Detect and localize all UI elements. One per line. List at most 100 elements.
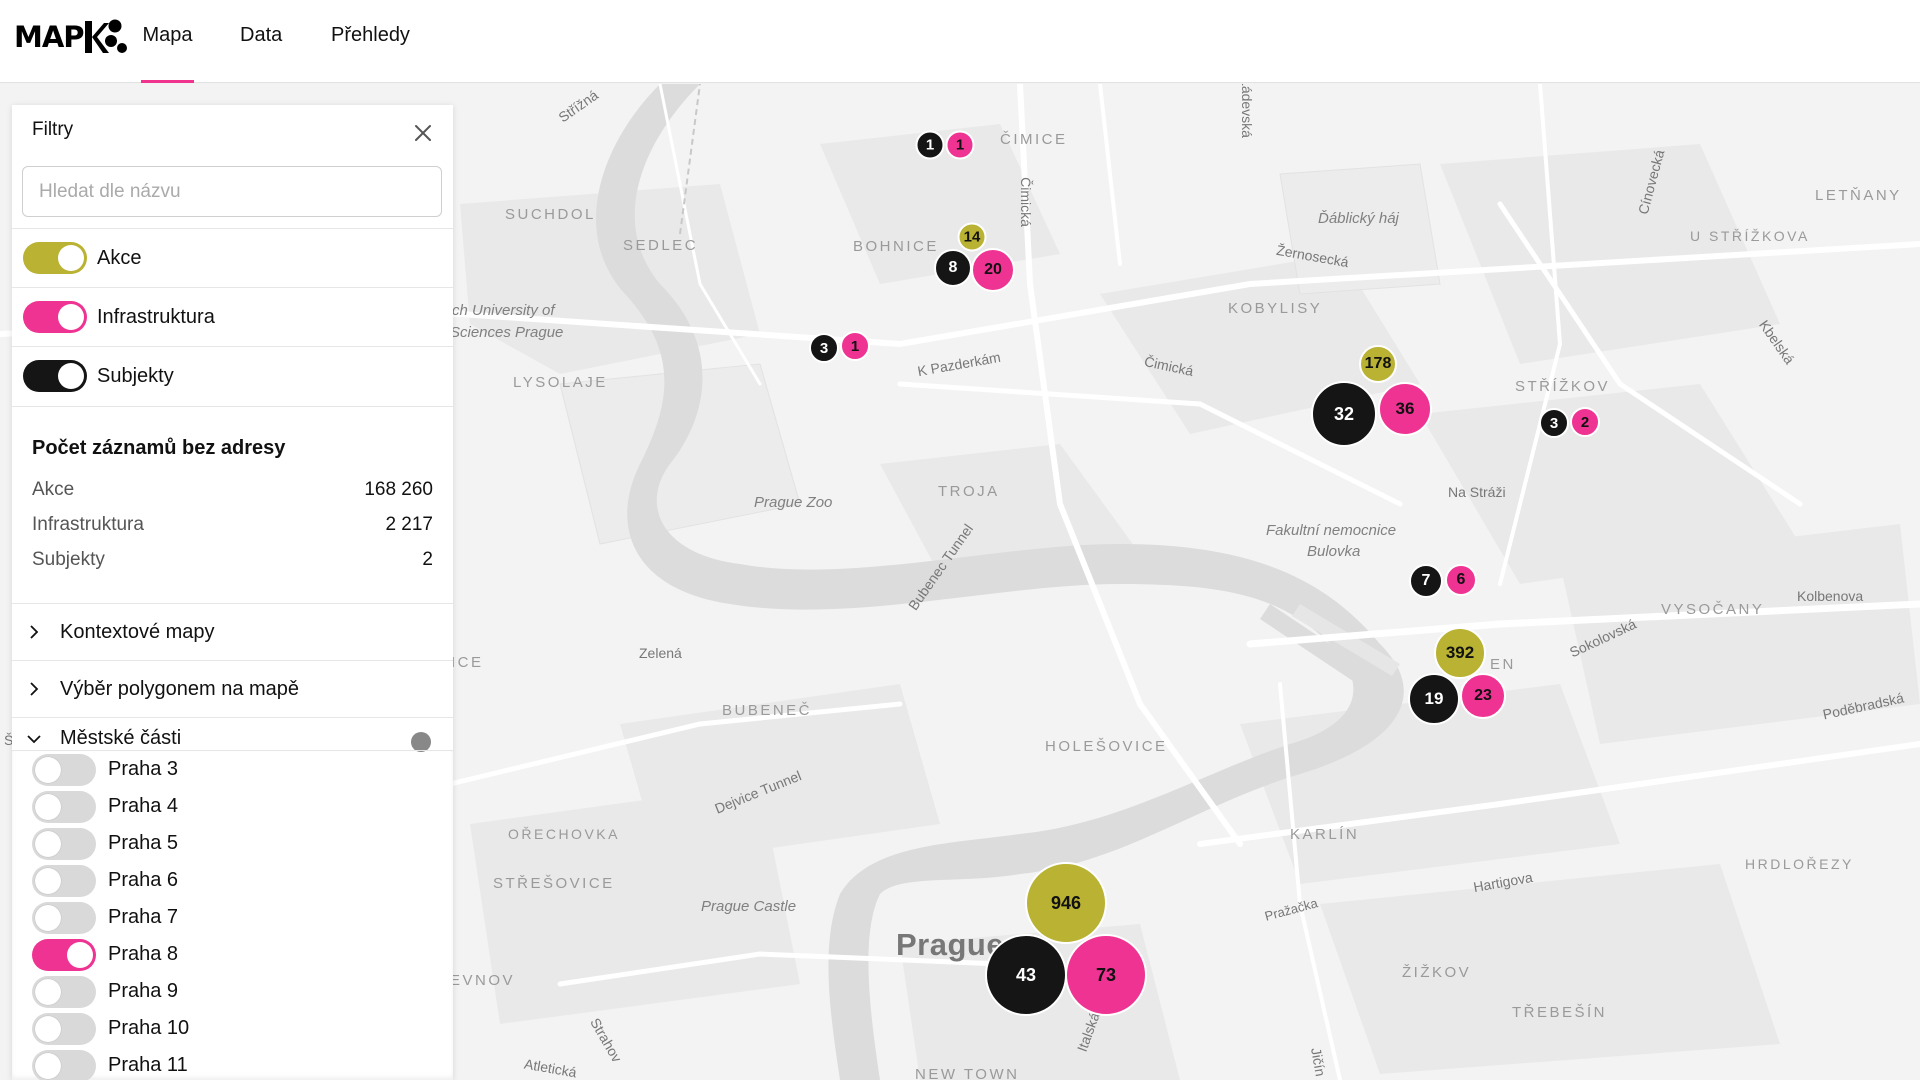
layer-row-subjekty[interactable]: Subjekty xyxy=(12,346,453,405)
chevron-right-icon xyxy=(30,682,39,696)
map-label: KOBYLISY xyxy=(1228,300,1323,317)
district-label: Praha 6 xyxy=(108,869,179,891)
stat-label: Akce xyxy=(32,479,75,500)
cluster-subjekty[interactable]: 32 xyxy=(1311,381,1377,447)
cluster-subjekty[interactable]: 3 xyxy=(809,333,839,363)
accordion-kontextove-mapy[interactable]: Kontextové mapy xyxy=(12,603,453,660)
stat-value: 2 xyxy=(422,549,433,570)
district-row-praha-9[interactable]: Praha 9 xyxy=(12,973,453,1010)
district-label: Praha 11 xyxy=(108,1054,188,1076)
cluster-subjekty[interactable]: 19 xyxy=(1408,673,1460,725)
map-label: BOHNICE xyxy=(853,238,939,255)
accordion-label: Výběr polygonem na mapě xyxy=(60,677,300,700)
cluster-infrastruktura[interactable]: 36 xyxy=(1378,382,1432,436)
district-label: Praha 5 xyxy=(108,832,179,854)
cluster-subjekty[interactable]: 1 xyxy=(915,130,945,160)
district-row-praha-11[interactable]: Praha 11 xyxy=(12,1047,453,1080)
stat-label: Subjekty xyxy=(32,549,105,570)
app-logo[interactable]: MAP xyxy=(14,17,127,57)
map-label: OŘECHOVKA xyxy=(508,826,620,842)
map-label: Bulovka xyxy=(1307,543,1361,560)
layer-label: Akce xyxy=(97,246,142,269)
district-row-praha-3[interactable]: Praha 3 xyxy=(12,751,453,788)
district-row-praha-10[interactable]: Praha 10 xyxy=(12,1010,453,1047)
district-toggle[interactable] xyxy=(32,938,96,971)
district-label: Praha 9 xyxy=(108,980,179,1002)
map-label: VYSOČANY xyxy=(1661,601,1765,618)
district-status-dot xyxy=(411,732,431,752)
district-toggle[interactable] xyxy=(32,1012,96,1045)
stat-value: 168 260 xyxy=(364,479,433,500)
map-label: Fakultní nemocnice xyxy=(1266,522,1397,539)
stat-row-infrastruktura: Infrastruktura 2 217 xyxy=(32,514,433,536)
cluster-akce[interactable]: 946 xyxy=(1025,862,1107,944)
map-label: Prague Castle xyxy=(701,898,797,915)
district-toggle[interactable] xyxy=(32,827,96,860)
accordion-mestske-casti[interactable]: Městské části xyxy=(12,717,453,752)
map-label: Zelená xyxy=(639,645,682,661)
tab-data[interactable]: Data xyxy=(240,24,282,83)
district-row-praha-5[interactable]: Praha 5 xyxy=(12,825,453,862)
logo-text: MAP xyxy=(14,20,85,54)
cluster-infrastruktura[interactable]: 1 xyxy=(945,130,975,160)
cluster-infrastruktura[interactable]: 1 xyxy=(840,331,870,361)
district-toggle[interactable] xyxy=(32,753,96,786)
stat-value: 2 217 xyxy=(385,514,433,535)
filter-panel: Filtry Akce Infrastruktura Subjekty Poče… xyxy=(12,105,453,1080)
district-row-praha-8[interactable]: Praha 8 xyxy=(12,936,453,973)
map-label: Prague Zoo xyxy=(754,494,833,511)
district-row-praha-6[interactable]: Praha 6 xyxy=(12,862,453,899)
map-label: TŘEBEŠÍN xyxy=(1512,1004,1608,1021)
map-label: KARLÍN xyxy=(1290,826,1360,843)
map-label: ch University of xyxy=(452,302,555,319)
cluster-subjekty[interactable]: 7 xyxy=(1409,564,1443,598)
chevron-down-icon xyxy=(27,734,41,743)
cluster-akce[interactable]: 392 xyxy=(1434,627,1486,679)
close-icon[interactable] xyxy=(411,121,435,145)
map-label: Na Stráži xyxy=(1448,484,1506,500)
map-label: HOLEŠOVICE xyxy=(1045,738,1168,755)
cluster-infrastruktura[interactable]: 20 xyxy=(971,248,1015,292)
tab-mapa[interactable]: Mapa xyxy=(141,24,194,83)
map-label: LETŇANY xyxy=(1815,187,1902,204)
cluster-infrastruktura[interactable]: 73 xyxy=(1065,934,1147,1016)
map-label: TROJA xyxy=(938,483,1000,500)
district-toggle[interactable] xyxy=(32,1049,96,1080)
map-label: STŘÍŽKOV xyxy=(1515,378,1611,395)
layer-label: Subjekty xyxy=(97,364,174,387)
panel-header: Filtry xyxy=(12,105,453,163)
cluster-akce[interactable]: 14 xyxy=(957,222,987,252)
cluster-infrastruktura[interactable]: 6 xyxy=(1445,564,1477,596)
tab-prehledy[interactable]: Přehledy xyxy=(331,24,410,83)
search-input[interactable] xyxy=(22,166,442,217)
cluster-infrastruktura[interactable]: 2 xyxy=(1570,407,1600,437)
akce-toggle[interactable] xyxy=(23,242,87,274)
district-list[interactable]: Praha 3 Praha 4 Praha 5 Praha 6 Praha 7 … xyxy=(12,750,453,1080)
layer-row-akce[interactable]: Akce xyxy=(12,228,453,287)
district-toggle[interactable] xyxy=(32,864,96,897)
cluster-subjekty[interactable]: 43 xyxy=(985,934,1067,1016)
district-label: Praha 7 xyxy=(108,906,179,928)
cluster-subjekty[interactable]: 8 xyxy=(934,249,972,287)
district-row-praha-4[interactable]: Praha 4 xyxy=(12,788,453,825)
cluster-subjekty[interactable]: 3 xyxy=(1539,408,1569,438)
map-label: EN xyxy=(1490,656,1516,673)
subjekty-toggle[interactable] xyxy=(23,360,87,392)
layer-row-infrastruktura[interactable]: Infrastruktura xyxy=(12,287,453,346)
district-row-praha-7[interactable]: Praha 7 xyxy=(12,899,453,936)
district-toggle[interactable] xyxy=(32,975,96,1008)
district-toggle[interactable] xyxy=(32,901,96,934)
district-toggle[interactable] xyxy=(32,790,96,823)
cluster-akce[interactable]: 178 xyxy=(1359,345,1397,383)
cluster-infrastruktura[interactable]: 23 xyxy=(1460,673,1506,719)
stat-row-subjekty: Subjekty 2 xyxy=(32,549,433,571)
infrastruktura-toggle[interactable] xyxy=(23,301,87,333)
map-label: Čimická xyxy=(1017,177,1034,227)
stat-row-akce: Akce 168 260 xyxy=(32,479,433,501)
top-navigation-bar: MAP Mapa Data Přehledy xyxy=(0,0,1920,83)
accordion-vyber-polygonem[interactable]: Výběr polygonem na mapě xyxy=(12,660,453,717)
map-label: Ďáblický háj xyxy=(1318,210,1399,227)
map-label: ČIMICE xyxy=(1000,131,1068,148)
map-label: BUBENEČ xyxy=(722,702,813,719)
district-label: Praha 8 xyxy=(108,943,179,965)
